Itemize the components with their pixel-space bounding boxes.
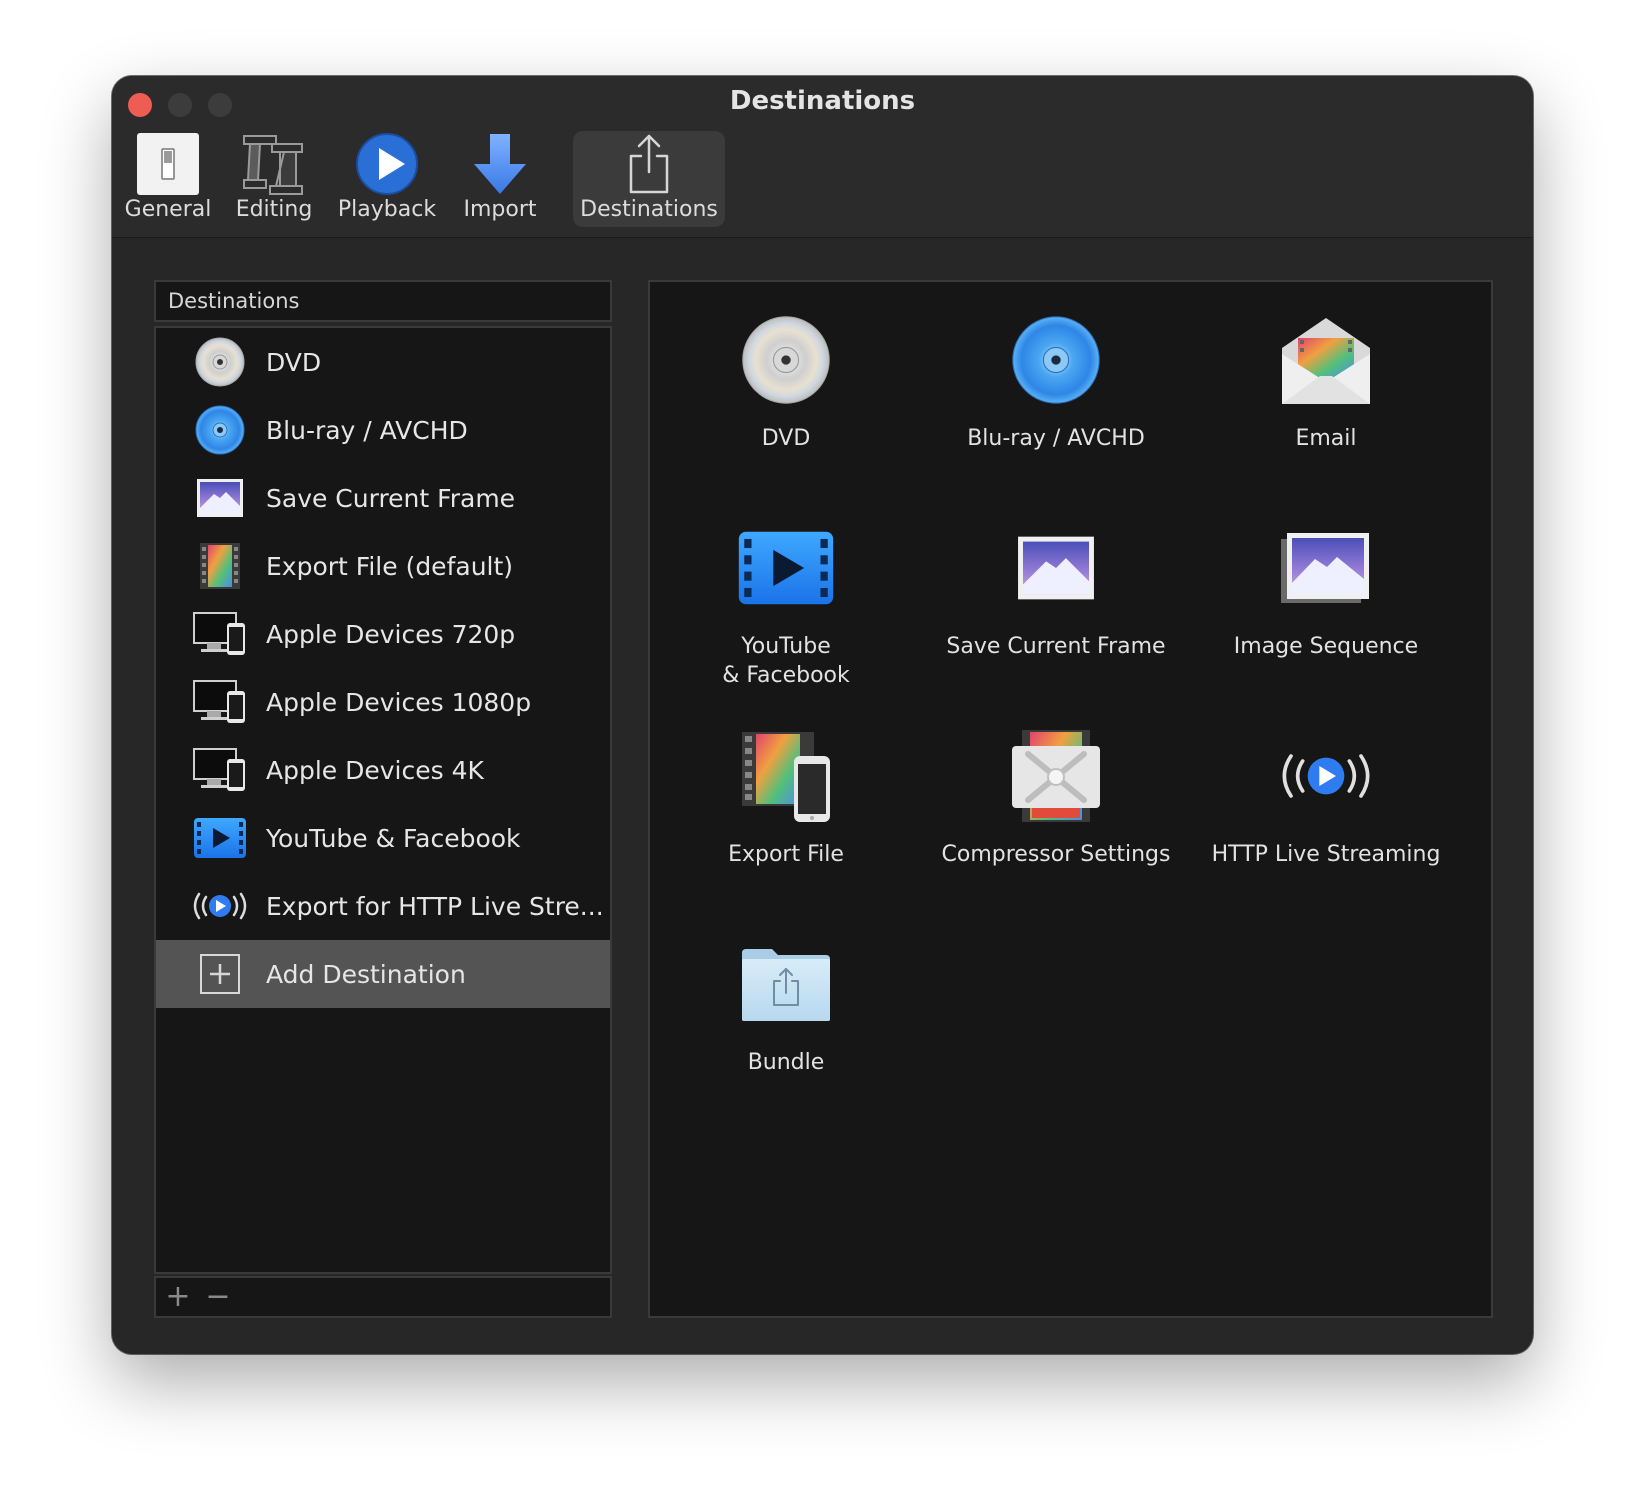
grid-item-bundle[interactable]: Bundle	[651, 934, 921, 1134]
grid-item-label: YouTube & Facebook	[722, 634, 850, 688]
tab-editing-label: Editing	[235, 197, 313, 222]
grid-item-label: DVD	[761, 426, 811, 451]
video-play-icon	[190, 808, 250, 868]
grid-item-bluray[interactable]: Blu-ray / AVCHD	[921, 310, 1191, 510]
list-footer: + −	[154, 1276, 612, 1318]
grid-item-image-sequence[interactable]: Image Sequence	[1191, 518, 1461, 718]
grid-item-dvd[interactable]: DVD	[651, 310, 921, 510]
general-icon	[133, 131, 203, 197]
export-file-icon	[731, 726, 841, 826]
tab-general[interactable]: General	[122, 131, 214, 227]
list-item-export-http-live-streaming[interactable]: Export for HTTP Live Stre...	[156, 872, 610, 940]
list-item-label: Export for HTTP Live Stre...	[266, 891, 604, 921]
bundle-folder-icon	[731, 934, 841, 1034]
import-icon	[465, 131, 535, 197]
grid-item-label: Export File	[728, 842, 844, 867]
share-icon	[614, 131, 684, 197]
grid-item-label: HTTP Live Streaming	[1211, 842, 1441, 867]
grid-item-label: Image Sequence	[1233, 634, 1419, 659]
list-item-label: Blu-ray / AVCHD	[266, 415, 468, 445]
email-icon	[1271, 310, 1381, 410]
tab-playback[interactable]: Playback	[336, 131, 438, 227]
tab-import[interactable]: Import	[452, 131, 548, 227]
grid-item-email[interactable]: Email	[1191, 310, 1461, 510]
compressor-icon	[1001, 726, 1111, 826]
list-item-apple-devices-720p[interactable]: Apple Devices 720p	[156, 600, 610, 668]
tab-destinations[interactable]: Destinations	[573, 131, 725, 227]
frame-image-icon	[190, 468, 250, 528]
bluray-icon	[190, 400, 250, 460]
list-item-label: Export File (default)	[266, 551, 514, 581]
video-play-icon	[731, 518, 841, 618]
grid-item-http-live-streaming[interactable]: HTTP Live Streaming	[1191, 726, 1461, 926]
live-streaming-icon	[1271, 726, 1381, 826]
editing-icon	[239, 131, 309, 197]
grid-item-export-file[interactable]: Export File	[651, 726, 921, 926]
list-item-label: DVD	[266, 347, 322, 377]
grid-item-youtube-facebook[interactable]: YouTube & Facebook	[651, 518, 921, 718]
list-item-apple-devices-4k[interactable]: Apple Devices 4K	[156, 736, 610, 804]
apple-devices-icon	[190, 672, 250, 732]
image-sequence-icon	[1271, 518, 1381, 618]
window-title: Destinations	[729, 86, 916, 116]
list-item-add-destination[interactable]: Add Destination	[156, 940, 610, 1008]
list-item-label: Apple Devices 720p	[266, 619, 516, 649]
list-item-label: YouTube & Facebook	[266, 823, 521, 853]
tab-import-label: Import	[463, 197, 537, 222]
list-item-label: Save Current Frame	[266, 483, 516, 513]
live-streaming-icon	[190, 876, 250, 936]
list-item-label: Apple Devices 4K	[266, 755, 484, 785]
destinations-list-header: Destinations	[154, 280, 612, 322]
apple-devices-icon	[190, 604, 250, 664]
destination-templates-grid: DVD Blu-ray / AVCHD Email YouTube & Face…	[648, 280, 1493, 1318]
tab-editing[interactable]: Editing	[228, 131, 320, 227]
playback-icon	[352, 131, 422, 197]
toolbar: Destinations General Editing Playback Im…	[112, 76, 1533, 238]
grid-item-label: Email	[1295, 426, 1357, 451]
remove-destination-button[interactable]: −	[200, 1278, 236, 1316]
list-item-youtube-facebook[interactable]: YouTube & Facebook	[156, 804, 610, 872]
list-item-bluray[interactable]: Blu-ray / AVCHD	[156, 396, 610, 464]
tab-destinations-label: Destinations	[580, 197, 718, 222]
list-item-save-current-frame[interactable]: Save Current Frame	[156, 464, 610, 532]
tab-playback-label: Playback	[337, 197, 437, 222]
bluray-icon	[1001, 310, 1111, 410]
list-item-label: Apple Devices 1080p	[266, 687, 532, 717]
dvd-icon	[190, 332, 250, 392]
list-item-apple-devices-1080p[interactable]: Apple Devices 1080p	[156, 668, 610, 736]
frame-image-icon	[1001, 518, 1111, 618]
add-box-icon	[190, 944, 250, 1004]
list-item-label: Add Destination	[266, 959, 466, 989]
film-strip-icon	[190, 536, 250, 596]
grid-item-label: Blu-ray / AVCHD	[967, 426, 1145, 451]
list-item-dvd[interactable]: DVD	[156, 328, 610, 396]
tab-general-label: General	[124, 197, 212, 222]
add-destination-button[interactable]: +	[160, 1278, 196, 1316]
grid-item-label: Compressor Settings	[941, 842, 1171, 867]
grid-item-label: Bundle	[747, 1050, 825, 1075]
preferences-window: Destinations General Editing Playback Im…	[112, 76, 1533, 1354]
grid-item-save-current-frame[interactable]: Save Current Frame	[921, 518, 1191, 718]
grid-item-label: Save Current Frame	[946, 634, 1166, 659]
list-item-export-file-default[interactable]: Export File (default)	[156, 532, 610, 600]
apple-devices-icon	[190, 740, 250, 800]
dvd-icon	[731, 310, 841, 410]
grid-item-compressor-settings[interactable]: Compressor Settings	[921, 726, 1191, 926]
destinations-list[interactable]: DVD Blu-ray / AVCHD Save Current Frame E…	[154, 326, 612, 1274]
